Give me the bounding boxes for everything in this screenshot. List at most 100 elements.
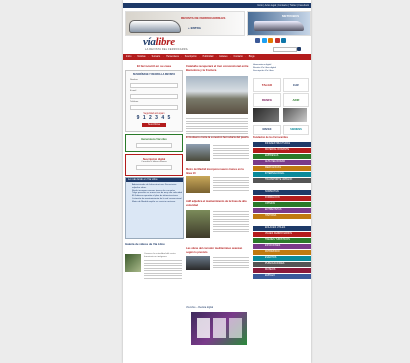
ad-image[interactable] — [283, 108, 307, 122]
right-column: Hemeroteca digital Revista Vía Libre dig… — [253, 64, 311, 279]
digital-field[interactable] — [136, 165, 172, 170]
subscribe-button[interactable]: Suscribirse — [142, 123, 166, 127]
banner-left[interactable]: REVISTA DE FERROCARRILES + ENTRA — [125, 11, 245, 36]
most-read-panel: Lo más leído en Vía Libre Administrador … — [125, 177, 184, 239]
logo-ad[interactable]: TALGO — [253, 78, 281, 92]
digital-box[interactable]: Suscripción digital Consulte el último n… — [125, 154, 183, 176]
banner-left-title: REVISTA DE FERROCARRILES — [181, 16, 226, 20]
category-link[interactable]: PUBLICACIONES — [253, 262, 311, 267]
logo-ad[interactable]: CAF — [283, 78, 309, 92]
category-link[interactable]: TRENES TURÍSTICOS — [253, 238, 311, 243]
magazine-page — [197, 318, 210, 338]
banner-left-sub: + ENTRA — [188, 26, 201, 30]
headline-3[interactable]: Metro de Madrid incorpora nuevos trenes … — [186, 168, 249, 176]
headline-4[interactable]: Adif adjudica el mantenimiento de la lín… — [186, 200, 249, 208]
digital-sub: Consulte el último número — [141, 161, 167, 163]
name-field[interactable] — [130, 83, 178, 88]
headline-4-text — [213, 211, 249, 234]
category-link[interactable]: EVENTOS — [253, 256, 311, 261]
category-link[interactable]: ALTA VELOCIDAD — [253, 160, 311, 165]
form-title: SUSCRÍBASE Y RECIBA LA REVISTA — [132, 73, 176, 76]
archive-field[interactable] — [136, 143, 172, 148]
headline-1[interactable]: Cataluña recuperará el tren convencional… — [186, 64, 249, 72]
main-column: Cataluña recuperará el tren convencional… — [186, 64, 249, 345]
form-label-email: E-mail — [130, 90, 137, 92]
category-link[interactable]: PATRIMONIO — [253, 250, 311, 255]
section-title: Fundación de los Ferrocarriles — [253, 136, 288, 139]
social-icons — [255, 38, 286, 43]
search-icon[interactable] — [297, 47, 301, 51]
archive-title: Hemeroteca Vía Libre — [141, 138, 167, 141]
category-link[interactable]: FORMACIÓN — [253, 196, 311, 201]
headline-3-photo[interactable] — [186, 176, 210, 193]
category-link[interactable]: EMPRESAS — [253, 154, 311, 159]
headline-5-photo[interactable] — [186, 256, 210, 270]
main-nav: Inicio · Noticias · Sumario · Hemeroteca… — [123, 54, 311, 60]
ad-image[interactable] — [253, 108, 279, 122]
video-thumbnail[interactable] — [125, 254, 141, 272]
subscribe-title: El ferrocarril en su casa — [136, 64, 172, 68]
right-link-3[interactable]: Suscripción Vía Libre — [253, 70, 309, 73]
headline-1-text — [186, 118, 248, 138]
captcha-digits: 9 1 2 3 4 5 — [136, 115, 172, 121]
archive-box[interactable]: Hemeroteca Vía Libre — [125, 134, 183, 152]
top-links[interactable]: Inicio | Aviso legal | Contacto | Twitte… — [257, 3, 309, 8]
category-link[interactable]: NORMATIVA — [253, 190, 311, 195]
logo-ad[interactable]: MAFEX — [253, 125, 281, 135]
most-read-list: Administrador de Infraestructuras Ferrov… — [132, 184, 183, 204]
logo-ad[interactable]: RENFE — [253, 93, 281, 107]
headline-5-text — [213, 257, 249, 270]
category-link[interactable]: MERCANCÍAS — [253, 166, 311, 171]
site-slogan: LA REVISTA DEL FERROCARRIL — [145, 48, 189, 51]
category-link[interactable]: ESTACIONES — [253, 244, 311, 249]
search-input[interactable] — [273, 47, 297, 52]
nav-items[interactable]: Inicio · Noticias · Sumario · Hemeroteca… — [126, 54, 255, 60]
category-link[interactable]: TRANSPORTE URBANO — [253, 178, 311, 183]
phone-field[interactable] — [130, 105, 178, 110]
category-link[interactable]: INFRAESTRUCTURAS — [253, 142, 311, 147]
bus-image — [254, 21, 304, 31]
category-link[interactable]: ENLACES ÚTILES — [253, 226, 311, 231]
category-link[interactable]: MUSEOS — [253, 268, 311, 273]
facebook-icon[interactable] — [255, 38, 260, 43]
twitter-icon[interactable] — [261, 38, 267, 43]
category-link[interactable]: ENTREVISTAS — [253, 208, 311, 213]
form-label-phone: Teléfono — [130, 101, 139, 103]
headline-2[interactable]: El Gobierno licita la conexión ferroviar… — [186, 136, 249, 140]
magazine-page — [213, 318, 226, 338]
headline-3-text — [213, 177, 249, 192]
headline-1-photo[interactable] — [186, 76, 248, 114]
rss-icon[interactable] — [268, 38, 273, 43]
video-text-lines — [144, 260, 182, 280]
linkedin-icon[interactable] — [281, 38, 286, 43]
video-caption: Conozca la actualidad del sector ferrovi… — [144, 253, 176, 258]
logo-text-a: vía — [143, 36, 156, 48]
subscribe-form: SUSCRÍBASE Y RECIBA LA REVISTA Nombre E-… — [125, 70, 183, 132]
youtube-icon[interactable] — [274, 38, 280, 43]
logo-ad[interactable]: SIEMENS — [283, 125, 309, 135]
headline-4-photo[interactable] — [186, 210, 210, 238]
site-logo[interactable]: víalibre — [143, 36, 175, 48]
email-field[interactable] — [130, 94, 178, 99]
headline-2-photo[interactable] — [186, 144, 210, 161]
category-link[interactable]: MATERIAL RODANTE — [253, 148, 311, 153]
magazine-page — [229, 318, 242, 338]
page: Inicio | Aviso legal | Contacto | Twitte… — [123, 0, 311, 363]
headline-5[interactable]: Las obras del corredor mediterráneo avan… — [186, 247, 249, 255]
video-title: Galería de vídeos de Vía Libre — [125, 242, 165, 246]
most-read-item[interactable]: Metro de Madrid amplía su servicio noctu… — [132, 201, 183, 204]
video-section: Galería de vídeos de Vía Libre Conozca l… — [125, 242, 182, 279]
banner-right[interactable]: METROBUS — [247, 11, 311, 36]
most-read-head: Lo más leído en Vía Libre — [126, 178, 183, 182]
banner-right-title: METROBUS — [282, 14, 300, 18]
category-link[interactable]: OPINIÓN — [253, 202, 311, 207]
mid-bottom-title: Vía Libre – Revista digital — [186, 306, 214, 309]
logo-ad[interactable]: ADIF — [283, 93, 309, 107]
category-link[interactable]: INTERNACIONAL — [253, 172, 311, 177]
magazine-cover[interactable] — [191, 312, 247, 345]
category-link[interactable]: HISTORIA — [253, 214, 311, 219]
top-bar: Inicio | Aviso legal | Contacto | Twitte… — [123, 3, 311, 8]
left-column: El ferrocarril en su casa SUSCRÍBASE Y R… — [125, 64, 184, 279]
category-link[interactable]: EMPLEO — [253, 274, 311, 279]
category-link[interactable]: VIAJES FERROVIARIOS — [253, 232, 311, 237]
